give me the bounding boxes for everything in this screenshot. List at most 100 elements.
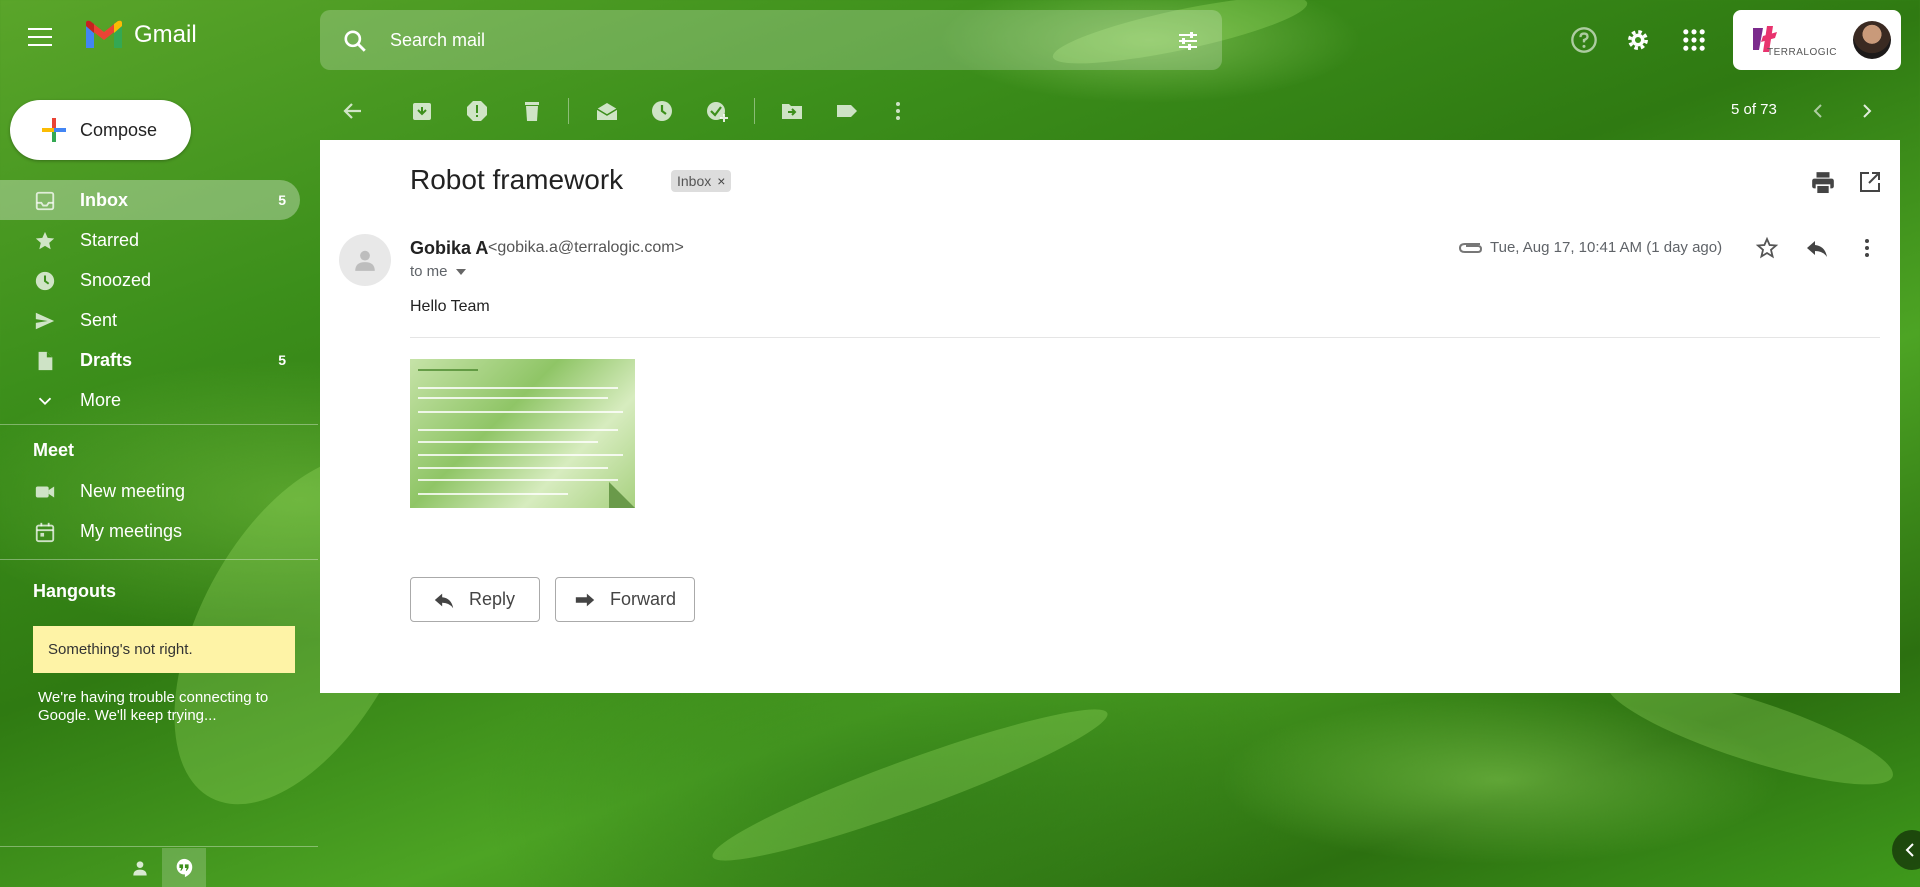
gmail-logo[interactable]: Gmail [84, 20, 197, 50]
compose-button[interactable]: Compose [10, 100, 191, 160]
toolbar-separator [568, 98, 569, 124]
delete-trash-icon[interactable] [520, 99, 544, 123]
open-in-new-window-icon[interactable] [1858, 170, 1882, 194]
organization-name: TERRALOGIC [1767, 47, 1838, 58]
attachment-paperclip-icon [1458, 243, 1483, 253]
nav-item-more[interactable]: More [0, 380, 300, 420]
thumbnail-content [418, 441, 598, 443]
chevron-right-icon[interactable] [1855, 99, 1879, 123]
reply-button[interactable]: Reply [410, 577, 540, 622]
meet-my-meetings[interactable]: My meetings [0, 511, 300, 551]
side-panel-toggle[interactable] [1892, 830, 1920, 870]
unread-count: 5 [278, 192, 286, 208]
thumbnail-content [418, 411, 623, 413]
forward-arrow-icon [575, 593, 595, 606]
thumbnail-content [418, 397, 608, 399]
nav-label: Inbox [80, 190, 128, 210]
thumbnail-fold [609, 482, 635, 508]
toolbar-separator [754, 98, 755, 124]
more-options-icon[interactable] [886, 99, 910, 123]
forward-button[interactable]: Forward [555, 577, 695, 622]
background-decoration [704, 689, 1116, 881]
settings-gear-icon[interactable] [1624, 26, 1652, 54]
sender-email: <gobika.a@terralogic.com> [488, 239, 684, 256]
clock-icon [35, 271, 55, 291]
hangouts-quote-icon [176, 858, 193, 877]
recipient-label: to me [410, 263, 448, 280]
nav-item-snoozed[interactable]: Snoozed [0, 260, 300, 300]
search-icon[interactable] [342, 28, 368, 54]
attachment-thumbnail[interactable] [410, 359, 635, 508]
compose-plus-icon [42, 118, 66, 142]
nav-item-starred[interactable]: Starred [0, 220, 300, 260]
meet-section-title: Meet [33, 440, 75, 460]
account-switcher[interactable]: TERRALOGIC [1733, 10, 1901, 70]
sender-name[interactable]: Gobika A [410, 238, 488, 259]
user-avatar[interactable] [1853, 21, 1891, 59]
thumbnail-content [418, 479, 618, 481]
search-input[interactable] [390, 25, 1090, 55]
search-bar[interactable] [320, 10, 1222, 70]
star-icon [35, 231, 55, 250]
print-icon[interactable] [1810, 170, 1836, 196]
back-arrow-icon[interactable] [341, 99, 365, 123]
nav-label: More [80, 390, 122, 410]
nav-item-drafts[interactable]: Drafts 5 [0, 340, 300, 380]
chevron-left-icon[interactable] [1806, 99, 1830, 123]
nav-item-inbox[interactable]: Inbox 5 [0, 180, 300, 220]
reply-icon[interactable] [1805, 236, 1829, 260]
hangouts-tab[interactable] [162, 848, 206, 887]
nav-label: Drafts [80, 350, 133, 370]
report-spam-icon[interactable] [465, 99, 489, 123]
calendar-icon [35, 522, 55, 543]
snooze-clock-icon[interactable] [650, 99, 674, 123]
search-options-icon[interactable] [1176, 29, 1200, 53]
thumbnail-content [418, 493, 568, 495]
contacts-tab[interactable] [118, 848, 162, 887]
draft-count: 5 [278, 352, 286, 368]
message-view: Robot framework Inbox × Gobika A <gobika… [320, 140, 1900, 693]
hangouts-alert: Something's not right. [33, 626, 295, 673]
compose-label: Compose [80, 120, 158, 140]
pagination-status: 5 of 73 [1731, 101, 1777, 118]
top-bar: Gmail Search mail TERRALOGIC [0, 0, 1920, 80]
mark-unread-icon[interactable] [595, 99, 619, 123]
draft-icon [38, 351, 53, 371]
nav-label: My meetings [80, 521, 183, 541]
nav-label: Snoozed [80, 270, 152, 290]
sender-avatar[interactable] [339, 234, 391, 286]
main-menu-button[interactable] [28, 28, 52, 46]
nav-label: Starred [80, 230, 140, 250]
apps-grid-icon[interactable] [1680, 26, 1708, 54]
video-icon [35, 486, 55, 498]
more-vert-icon[interactable] [1855, 236, 1879, 260]
alert-message: We're having trouble connecting to Googl… [38, 689, 269, 724]
thumbnail-content [418, 467, 608, 469]
help-icon[interactable] [1570, 26, 1598, 54]
gmail-m-icon [86, 20, 122, 48]
move-to-icon[interactable] [780, 99, 804, 123]
inbox-icon [35, 191, 55, 211]
meet-new-meeting[interactable]: New meeting [0, 471, 300, 511]
recipient-details-toggle[interactable]: to me [410, 263, 466, 280]
star-outline-icon[interactable] [1755, 236, 1779, 260]
hangouts-section-title: Hangouts [33, 581, 116, 601]
body-divider [410, 337, 1880, 338]
send-icon [35, 312, 55, 330]
alert-title: Something's not right. [48, 641, 193, 658]
thumbnail-content [418, 454, 623, 456]
nav-label: Sent [80, 310, 118, 330]
app-name: Gmail [134, 21, 197, 48]
archive-icon[interactable] [410, 99, 434, 123]
nav-item-sent[interactable]: Sent [0, 300, 300, 340]
hangouts-bottom-bar [118, 848, 206, 887]
label-tag-icon[interactable] [835, 99, 859, 123]
nav-label: New meeting [80, 481, 186, 501]
add-to-tasks-icon[interactable] [705, 99, 729, 123]
thumbnail-content [418, 387, 618, 389]
chevron-down-icon [38, 397, 52, 406]
forward-label: Forward [610, 589, 677, 609]
message-body: Hello Team [410, 298, 490, 315]
message-date: Tue, Aug 17, 10:41 AM (1 day ago) [1490, 239, 1723, 256]
remove-label-button[interactable]: × [717, 173, 725, 189]
